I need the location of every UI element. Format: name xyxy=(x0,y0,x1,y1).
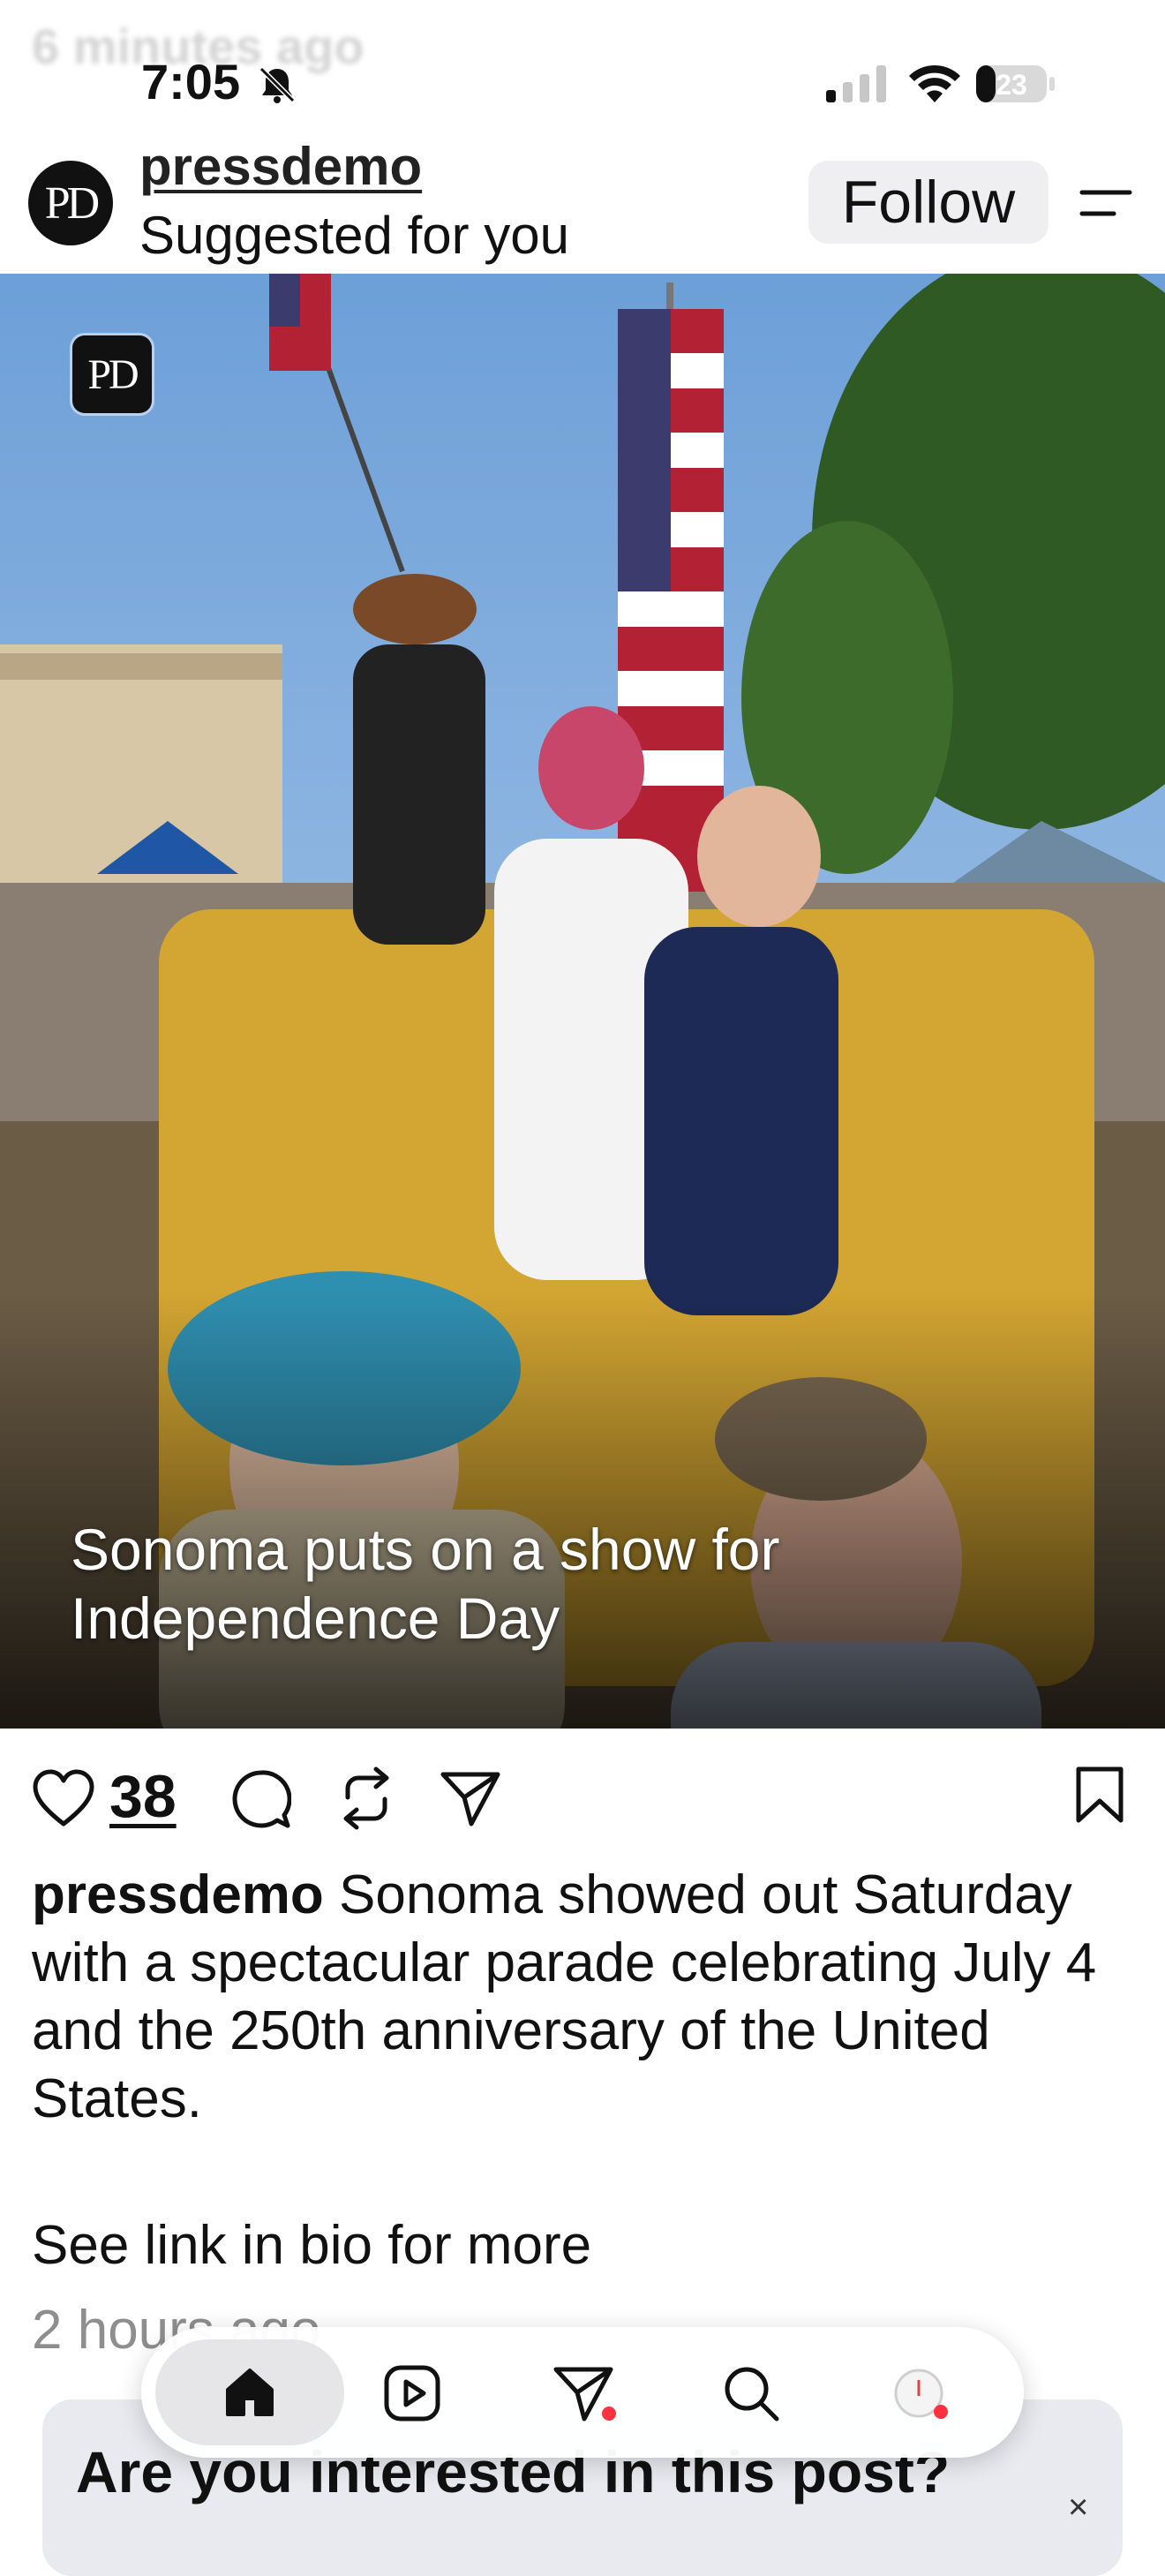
share-icon[interactable] xyxy=(440,1771,501,1827)
home-icon xyxy=(226,2369,274,2416)
menu-icon[interactable] xyxy=(1079,185,1133,221)
avatar[interactable]: PD xyxy=(28,161,113,245)
parade-photo xyxy=(0,274,1165,1729)
reels-icon[interactable] xyxy=(383,2364,441,2422)
like-count[interactable]: 38 xyxy=(109,1762,177,1831)
post-image[interactable] xyxy=(0,274,1165,1729)
post-caption: pressdemo Sonoma showed out Saturday wit… xyxy=(32,1861,1126,2133)
profile-notification-dot xyxy=(934,2405,948,2419)
repost-icon[interactable] xyxy=(335,1766,397,1831)
suggested-label: Suggested for you xyxy=(139,206,570,265)
bookmark-icon[interactable] xyxy=(1075,1766,1124,1824)
post-username[interactable]: pressdemo xyxy=(139,136,422,197)
battery-level: 23 xyxy=(996,69,1027,101)
like-heart-icon[interactable] xyxy=(32,1769,95,1827)
follow-button[interactable]: Follow xyxy=(808,161,1048,244)
status-time: 7:05 xyxy=(141,54,241,109)
search-icon[interactable] xyxy=(722,2364,780,2422)
wifi-icon xyxy=(909,64,960,102)
tab-home[interactable] xyxy=(155,2339,344,2445)
see-link-text: See link in bio for more xyxy=(32,2215,592,2276)
signal-icon xyxy=(826,65,886,102)
battery-icon: 23 xyxy=(976,65,1055,102)
messages-notification-dot xyxy=(602,2407,616,2421)
publisher-badge: PD xyxy=(72,335,152,413)
image-caption-overlay: Sonoma puts on a show for Independence D… xyxy=(71,1517,780,1651)
comment-icon[interactable] xyxy=(231,1769,291,1829)
caption-username[interactable]: pressdemo xyxy=(32,1864,324,1925)
bell-slash-icon xyxy=(259,66,296,103)
avatar-text: PD xyxy=(44,177,101,229)
close-icon[interactable]: × xyxy=(1068,2488,1088,2527)
